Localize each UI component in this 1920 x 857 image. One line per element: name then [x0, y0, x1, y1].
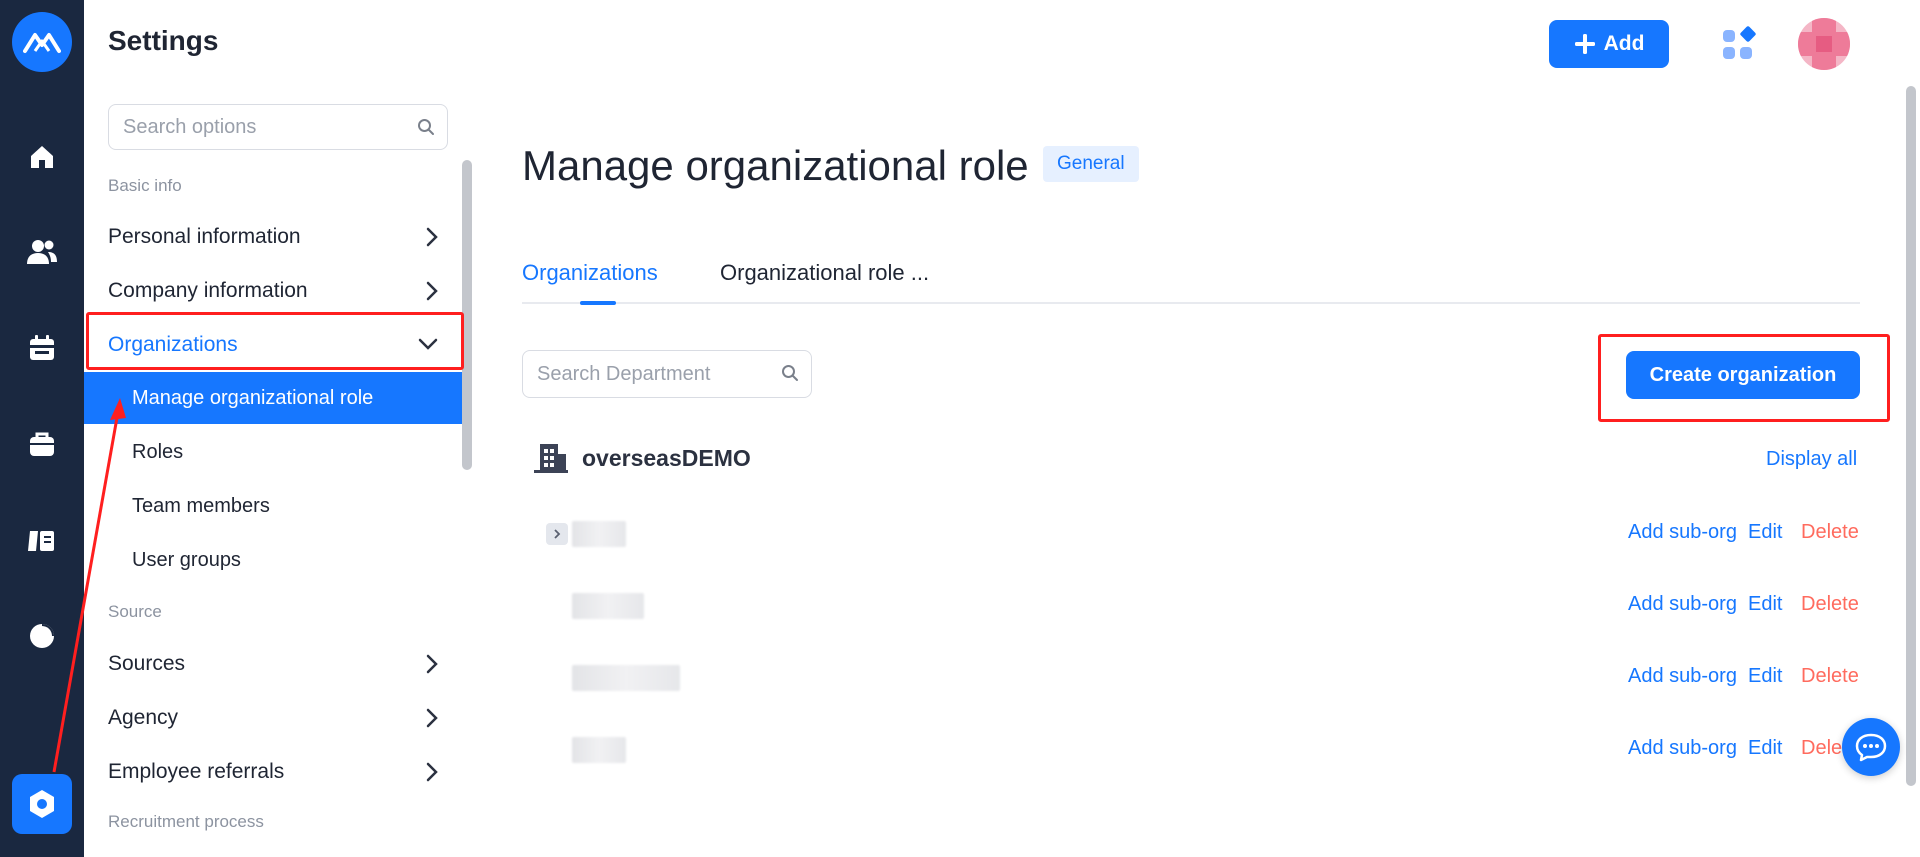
chevron-right-icon [426, 654, 438, 674]
tab-label: Organizations [522, 260, 658, 285]
add-button[interactable]: Add [1549, 20, 1669, 68]
home-icon[interactable] [22, 137, 62, 177]
edit-link[interactable]: Edit [1748, 593, 1782, 616]
create-organization-button[interactable]: Create organization [1626, 351, 1860, 399]
top-header: Settings Add [84, 0, 1920, 87]
table-row: Add sub-org Edit Delete [522, 653, 1860, 703]
page-title: Settings [108, 25, 219, 56]
search-icon[interactable] [417, 118, 435, 136]
logo-icon[interactable] [12, 12, 72, 72]
menu-item-sources[interactable]: Sources [108, 639, 448, 689]
book-icon[interactable] [22, 520, 62, 560]
settings-menu: Basic info Personal information Company … [84, 86, 475, 857]
redacted-name [572, 593, 644, 619]
chevron-right-icon [426, 281, 438, 301]
chevron-right-icon[interactable] [546, 523, 568, 545]
add-sub-org-link[interactable]: Add sub-org [1628, 737, 1737, 760]
redacted-name [572, 737, 626, 763]
table-row: Add sub-org Edit Delete [522, 509, 1860, 559]
menu-search [108, 104, 448, 150]
delete-link[interactable]: Delete [1801, 593, 1859, 616]
menu-item-label: Employee referrals [108, 760, 285, 783]
redacted-name [572, 521, 626, 547]
section-basic-info: Basic info [108, 176, 182, 195]
chevron-right-icon [426, 227, 438, 247]
main-scrollbar[interactable] [1906, 86, 1916, 786]
people-icon[interactable] [22, 232, 62, 272]
menu-item-employee-referrals[interactable]: Employee referrals [108, 747, 448, 797]
menu-search-input[interactable] [121, 115, 415, 140]
building-icon [534, 442, 568, 474]
menu-scrollbar[interactable] [462, 160, 472, 470]
chat-icon[interactable] [1842, 718, 1900, 776]
menu-item-personal-information[interactable]: Personal information [108, 212, 448, 262]
edit-link[interactable]: Edit [1748, 521, 1782, 544]
delete-link[interactable]: Delete [1801, 521, 1859, 544]
org-root: overseasDEMO [534, 442, 751, 474]
menu-item-label: Sources [108, 652, 186, 675]
menu-item-agency[interactable]: Agency [108, 693, 448, 743]
calendar-icon[interactable] [22, 328, 62, 368]
search-icon[interactable] [781, 364, 799, 382]
plus-icon [1574, 33, 1596, 55]
tab-bar: Organizations Organizational role ... [522, 254, 1860, 305]
section-recruitment-process: Recruitment process [108, 812, 264, 831]
main-content: Manage organizational role General Organ… [474, 86, 1920, 857]
section-source: Source [108, 602, 162, 621]
content-heading: Manage organizational role [522, 142, 1029, 189]
tab-label: Organizational role ... [720, 260, 930, 285]
display-all-link[interactable]: Display all [1766, 448, 1857, 471]
menu-sub-roles[interactable]: Roles [84, 426, 462, 478]
menu-item-label: Personal information [108, 225, 301, 248]
apps-icon[interactable] [1720, 26, 1756, 62]
chevron-right-icon [426, 708, 438, 728]
general-badge: General [1043, 146, 1139, 182]
delete-link[interactable]: Delete [1801, 665, 1859, 688]
add-sub-org-link[interactable]: Add sub-org [1628, 521, 1737, 544]
tab-active-indicator [580, 301, 616, 305]
menu-item-label: Agency [108, 706, 179, 729]
edit-link[interactable]: Edit [1748, 665, 1782, 688]
settings-icon[interactable] [12, 774, 72, 834]
org-root-name: overseasDEMO [582, 444, 751, 471]
add-button-label: Add [1603, 32, 1645, 55]
add-sub-org-link[interactable]: Add sub-org [1628, 593, 1737, 616]
tab-organizational-role[interactable]: Organizational role ... [720, 260, 929, 286]
table-row: Add sub-org Edit Delete [522, 581, 1860, 631]
menu-sub-user-groups[interactable]: User groups [84, 534, 462, 586]
chevron-right-icon [426, 762, 438, 782]
menu-item-label: Organizations [108, 333, 238, 356]
menu-sub-team-members[interactable]: Team members [84, 480, 462, 532]
chevron-down-icon [418, 338, 438, 350]
nav-rail [0, 0, 84, 857]
tab-organizations[interactable]: Organizations [522, 260, 658, 286]
table-row: Add sub-org Edit Delete [522, 725, 1860, 775]
avatar[interactable] [1798, 18, 1850, 70]
department-search [522, 350, 812, 398]
menu-item-company-information[interactable]: Company information [108, 266, 448, 316]
department-search-input[interactable] [535, 362, 779, 387]
add-sub-org-link[interactable]: Add sub-org [1628, 665, 1737, 688]
briefcase-icon[interactable] [22, 424, 62, 464]
redacted-name [572, 665, 680, 691]
menu-sub-manage-org-role[interactable]: Manage organizational role [84, 372, 462, 424]
edit-link[interactable]: Edit [1748, 737, 1782, 760]
pie-chart-icon[interactable] [22, 616, 62, 656]
menu-item-label: Company information [108, 279, 308, 302]
menu-item-organizations[interactable]: Organizations [108, 320, 448, 370]
